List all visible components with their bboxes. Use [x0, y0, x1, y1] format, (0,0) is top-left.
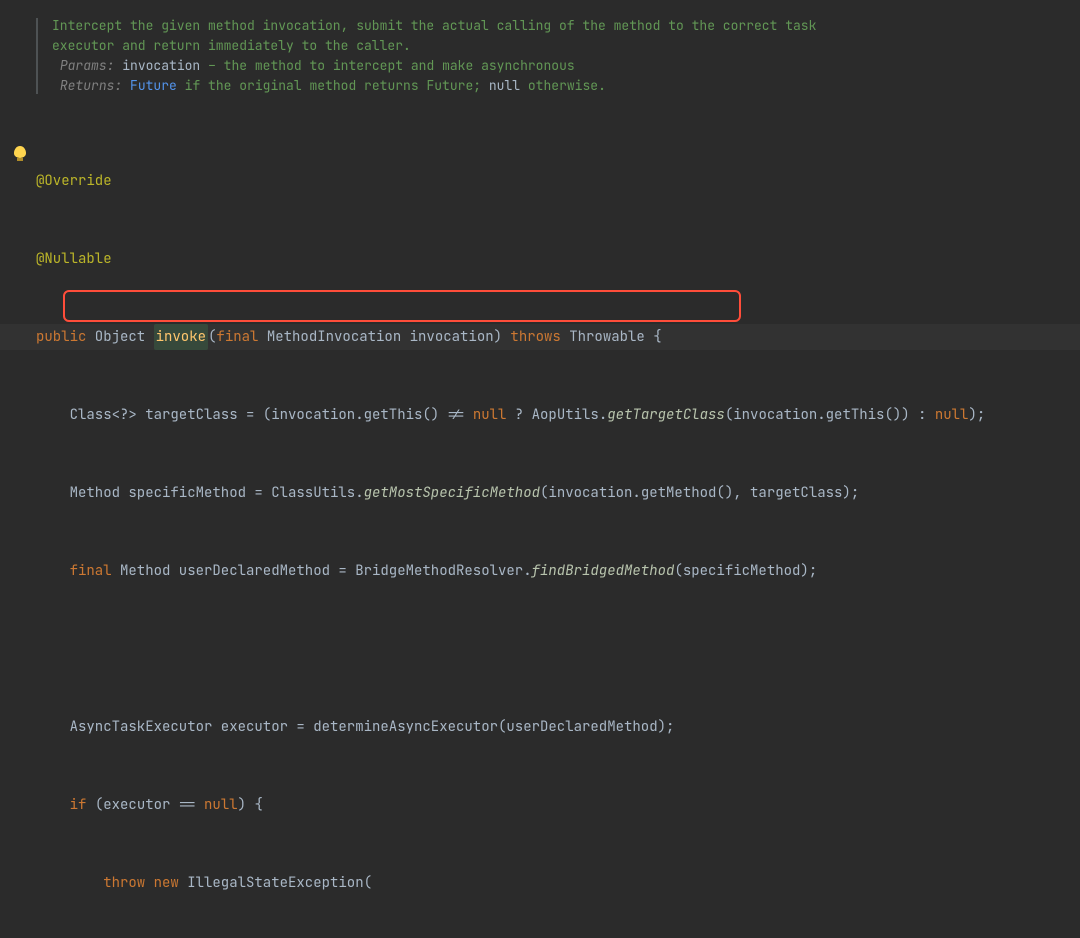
- annotation-nullable: @Nullable: [36, 250, 112, 268]
- code-line: if (executor == null) {: [36, 792, 1070, 818]
- doc-future-link[interactable]: Future: [130, 77, 177, 94]
- annotation-override: @Override: [36, 172, 112, 190]
- javadoc-block: Intercept the given method invocation, s…: [36, 16, 1060, 96]
- blank-line: [36, 636, 1070, 662]
- doc-returns-line: Returns: Future if the original method r…: [52, 76, 1060, 96]
- intention-bulb-icon[interactable]: [14, 146, 28, 160]
- code-line: Class<?> targetClass = (invocation.getTh…: [36, 402, 1070, 428]
- code-editor[interactable]: Intercept the given method invocation, s…: [0, 0, 1080, 938]
- doc-params-line: Params: invocation – the method to inter…: [52, 56, 1060, 76]
- method-signature: public Object invoke(final MethodInvocat…: [0, 324, 1080, 350]
- code-line: throw new IllegalStateException(: [36, 870, 1070, 896]
- code-line: Method specificMethod = ClassUtils.getMo…: [36, 480, 1070, 506]
- doc-description-line: executor and return immediately to the c…: [52, 36, 1060, 56]
- code-line: final Method userDeclaredMethod = Bridge…: [36, 558, 1070, 584]
- code-body[interactable]: @Override @Nullable public Object invoke…: [36, 116, 1070, 938]
- doc-description-line: Intercept the given method invocation, s…: [52, 16, 1060, 36]
- highlighted-code-line: AsyncTaskExecutor executor = determineAs…: [36, 714, 1070, 740]
